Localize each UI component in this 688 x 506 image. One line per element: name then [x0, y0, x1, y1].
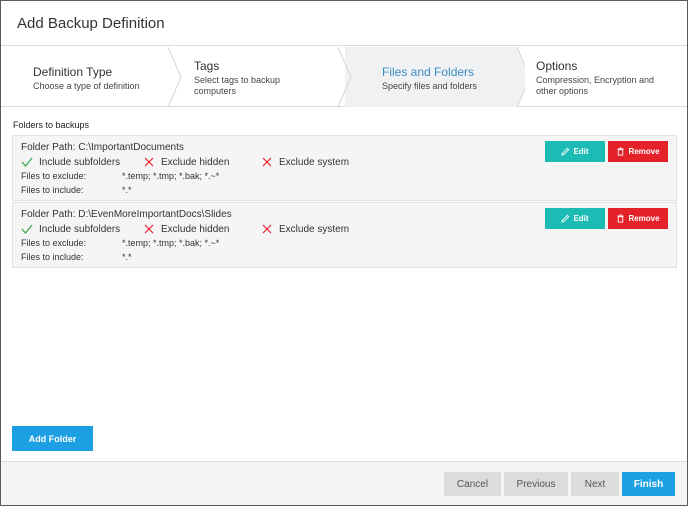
check-icon [21, 224, 33, 235]
previous-button[interactable]: Previous [504, 472, 568, 496]
next-button[interactable]: Next [571, 472, 619, 496]
step-description: Choose a type of definition [33, 81, 140, 91]
wizard-step-files-and-folders[interactable]: Files and Folders Specify files and fold… [345, 47, 517, 107]
flag-label: Exclude system [279, 223, 350, 235]
pencil-icon [561, 214, 570, 223]
files-to-include-row: Files to include: *.* [21, 252, 132, 262]
x-icon [262, 157, 272, 167]
step-description: Select tags to backup computers [194, 75, 281, 96]
step-separator-chevron [337, 47, 353, 107]
step-title: Options [536, 59, 578, 73]
flag-label: Include subfolders [39, 223, 121, 235]
wizard-step-definition-type[interactable]: Definition Type Choose a type of definit… [1, 47, 175, 107]
files-to-exclude-value: *.temp; *.tmp; *.bak; *.~* [122, 238, 220, 248]
trash-icon [617, 147, 625, 156]
step-title: Files and Folders [382, 65, 475, 79]
trash-icon [617, 214, 625, 223]
flag-label: Exclude hidden [161, 156, 230, 168]
dialog-title: Add Backup Definition [17, 15, 165, 32]
files-to-exclude-value: *.temp; *.tmp; *.bak; *.~* [122, 171, 220, 181]
flag-label: Exclude hidden [161, 223, 230, 235]
add-folder-button[interactable]: Add Folder [12, 426, 93, 451]
include-subfolders-flag: Include subfolders [21, 156, 120, 168]
folder-flags: Include subfolders Exclude hidden Exclud… [21, 223, 421, 235]
include-subfolders-flag: Include subfolders [21, 223, 120, 235]
x-icon [262, 224, 272, 234]
wizard-step-options[interactable]: Options Compression, Encryption and othe… [517, 47, 687, 107]
remove-label: Remove [628, 214, 660, 223]
exclude-hidden-flag: Exclude hidden [143, 156, 229, 168]
folder-flags: Include subfolders Exclude hidden Exclud… [21, 156, 421, 168]
dialog-header: Add Backup Definition [1, 1, 687, 46]
step-title: Definition Type [33, 65, 113, 79]
exclude-system-flag: Exclude system [261, 156, 349, 168]
remove-button[interactable]: Remove [608, 141, 668, 162]
edit-label: Edit [573, 147, 589, 156]
check-icon [21, 157, 33, 168]
files-to-exclude-label: Files to exclude: [21, 171, 87, 181]
files-to-exclude-row: Files to exclude: *.temp; *.tmp; *.bak; *… [21, 238, 219, 248]
wizard-step-tags[interactable]: Tags Select tags to backup computers [175, 47, 345, 107]
edit-label: Edit [573, 214, 589, 223]
step-title: Tags [194, 59, 220, 73]
files-to-include-value: *.* [122, 185, 132, 195]
folder-card: Folder Path: D:\EvenMoreImportantDocs\Sl… [12, 202, 677, 268]
flag-label: Exclude system [279, 156, 350, 168]
step-description: Compression, Encryption and other option… [536, 75, 655, 96]
edit-button[interactable]: Edit [545, 208, 605, 229]
step-separator-chevron [509, 47, 525, 107]
files-to-include-value: *.* [122, 252, 132, 262]
wizard-steps: Definition Type Choose a type of definit… [1, 47, 687, 107]
files-to-include-label: Files to include: [21, 185, 84, 195]
edit-button[interactable]: Edit [545, 141, 605, 162]
files-to-exclude-row: Files to exclude: *.temp; *.tmp; *.bak; *… [21, 171, 219, 181]
add-backup-definition-dialog: Add Backup Definition Definition Type Ch… [0, 0, 688, 506]
step-separator-chevron [167, 47, 182, 107]
dialog-footer: Cancel Previous Next Finish [1, 461, 687, 505]
flag-label: Include subfolders [39, 156, 121, 168]
folder-path: Folder Path: D:\EvenMoreImportantDocs\Sl… [21, 209, 232, 220]
finish-button[interactable]: Finish [622, 472, 675, 496]
files-to-include-row: Files to include: *.* [21, 185, 132, 195]
step-description: Specify files and folders [382, 81, 478, 91]
x-icon [144, 224, 154, 234]
exclude-system-flag: Exclude system [261, 223, 349, 235]
x-icon [144, 157, 154, 167]
files-to-include-label: Files to include: [21, 252, 84, 262]
folder-card: Folder Path: C:\ImportantDocuments Inclu… [12, 135, 677, 201]
cancel-button[interactable]: Cancel [444, 472, 501, 496]
folder-path: Folder Path: C:\ImportantDocuments [21, 142, 184, 153]
remove-button[interactable]: Remove [608, 208, 668, 229]
pencil-icon [561, 147, 570, 156]
files-to-exclude-label: Files to exclude: [21, 238, 87, 248]
folders-section-label: Folders to backups [13, 120, 90, 130]
remove-label: Remove [628, 147, 660, 156]
exclude-hidden-flag: Exclude hidden [143, 223, 229, 235]
